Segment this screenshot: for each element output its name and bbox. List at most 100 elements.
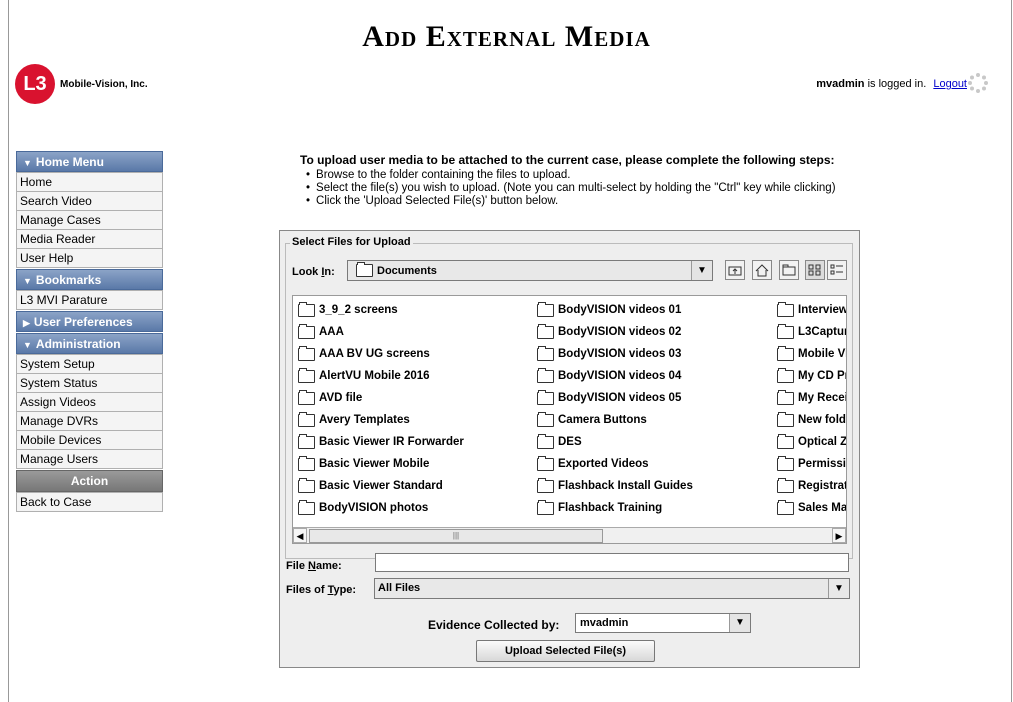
group-label: Select Files for Upload — [290, 236, 413, 248]
folder-icon — [298, 455, 315, 471]
folder-item[interactable]: Basic Viewer Mobile — [298, 453, 464, 475]
sidebar: ▼ Home Menu Home Search Video Manage Case… — [16, 150, 163, 512]
files-of-type-select[interactable]: All Files ▼ — [374, 578, 850, 599]
folder-item[interactable]: BodyVISION videos 05 — [537, 387, 693, 409]
folder-icon — [777, 433, 794, 449]
scrollbar-thumb[interactable]: ||| — [309, 529, 603, 543]
file-list: 3_9_2 screens AAA AAA BV UG screens Aler… — [292, 295, 847, 544]
action-list: Back to Case — [16, 492, 163, 512]
folder-icon — [298, 301, 315, 317]
folder-icon — [537, 455, 554, 471]
folder-icon — [298, 323, 315, 339]
home-menu-list: Home Search Video Manage Cases Media Rea… — [16, 172, 163, 268]
home-button[interactable] — [752, 260, 772, 280]
file-name-label: File Name: — [286, 560, 342, 572]
folder-item[interactable]: AAA — [298, 321, 464, 343]
folder-icon — [537, 499, 554, 515]
folder-item[interactable]: Permissio — [777, 453, 846, 475]
horizontal-scrollbar[interactable]: ◀ ||| ▶ — [293, 527, 846, 543]
sidebar-item-system-status[interactable]: System Status — [16, 374, 163, 393]
folder-icon — [537, 389, 554, 405]
folder-item[interactable]: DES — [537, 431, 693, 453]
folder-up-icon — [728, 266, 742, 276]
file-column-2: BodyVISION videos 01 BodyVISION videos 0… — [537, 299, 693, 519]
sidebar-item-user-help[interactable]: User Help — [16, 249, 163, 268]
folder-item[interactable]: Sales Map — [777, 497, 846, 519]
folder-item[interactable]: Mobile Vis — [777, 343, 846, 365]
chevron-down-icon[interactable]: ▼ — [729, 614, 750, 632]
bookmarks-header[interactable]: ▼ Bookmarks — [16, 269, 163, 290]
folder-icon — [537, 345, 554, 361]
sidebar-item-manage-users[interactable]: Manage Users — [16, 450, 163, 469]
details-view-button[interactable] — [827, 260, 847, 280]
details-view-icon — [830, 264, 843, 275]
sidebar-item-manage-dvrs[interactable]: Manage DVRs — [16, 412, 163, 431]
sidebar-item-search-video[interactable]: Search Video — [16, 192, 163, 211]
folder-item[interactable]: BodyVISION videos 02 — [537, 321, 693, 343]
folder-item[interactable]: L3Capture — [777, 321, 846, 343]
look-in-value: Documents — [377, 264, 437, 277]
sidebar-item-mobile-devices[interactable]: Mobile Devices — [16, 431, 163, 450]
evidence-collected-select[interactable]: mvadmin ▼ — [575, 613, 751, 633]
folder-item[interactable]: 3_9_2 screens — [298, 299, 464, 321]
sidebar-item-system-setup[interactable]: System Setup — [16, 354, 163, 374]
triangle-right-icon: ▶ — [23, 318, 30, 328]
list-view-button[interactable] — [805, 260, 825, 280]
sidebar-item-home[interactable]: Home — [16, 172, 163, 192]
page-title: Add External Media — [362, 20, 651, 53]
folder-item[interactable]: Avery Templates — [298, 409, 464, 431]
folder-icon — [298, 367, 315, 383]
folder-item[interactable]: AlertVU Mobile 2016 — [298, 365, 464, 387]
triangle-down-icon: ▼ — [23, 276, 32, 286]
folder-item[interactable]: AAA BV UG screens — [298, 343, 464, 365]
folder-icon — [298, 477, 315, 493]
chevron-down-icon[interactable]: ▼ — [828, 579, 849, 598]
up-one-level-button[interactable] — [725, 260, 745, 280]
username: mvadmin — [816, 78, 865, 90]
instruction-step: Click the 'Upload Selected File(s)' butt… — [306, 195, 836, 208]
sidebar-item-manage-cases[interactable]: Manage Cases — [16, 211, 163, 230]
folder-item[interactable]: Registrati — [777, 475, 846, 497]
folder-item[interactable]: Camera Buttons — [537, 409, 693, 431]
folder-icon — [537, 323, 554, 339]
administration-header[interactable]: ▼ Administration — [16, 333, 163, 354]
folder-icon — [298, 411, 315, 427]
list-view-icon — [808, 264, 821, 276]
folder-item[interactable]: Basic Viewer Standard — [298, 475, 464, 497]
folder-item[interactable]: New folde — [777, 409, 846, 431]
folder-item[interactable]: My CD Pro — [777, 365, 846, 387]
instructions-steps: Browse to the folder containing the file… — [300, 169, 836, 208]
folder-icon — [777, 499, 794, 515]
scroll-right-icon[interactable]: ▶ — [832, 528, 846, 543]
folder-item[interactable]: BodyVISION videos 01 — [537, 299, 693, 321]
scroll-left-icon[interactable]: ◀ — [293, 528, 307, 543]
logout-link[interactable]: Logout — [933, 78, 967, 90]
look-in-select[interactable]: Documents ▼ — [347, 260, 713, 281]
sidebar-item-assign-videos[interactable]: Assign Videos — [16, 393, 163, 412]
sidebar-item-media-reader[interactable]: Media Reader — [16, 230, 163, 249]
folder-item[interactable]: Flashback Training — [537, 497, 693, 519]
user-preferences-header[interactable]: ▶ User Preferences — [16, 311, 163, 332]
folder-item[interactable]: Exported Videos — [537, 453, 693, 475]
new-folder-button[interactable] — [779, 260, 799, 280]
folder-icon — [537, 301, 554, 317]
sidebar-item-back-to-case[interactable]: Back to Case — [16, 492, 163, 512]
folder-item[interactable]: My Receiv — [777, 387, 846, 409]
chevron-down-icon[interactable]: ▼ — [691, 261, 712, 280]
upload-selected-files-button[interactable]: Upload Selected File(s) — [476, 640, 655, 662]
folder-item[interactable]: Optical Zo — [777, 431, 846, 453]
home-menu-header[interactable]: ▼ Home Menu — [16, 151, 163, 172]
folder-item[interactable]: BodyVISION photos — [298, 497, 464, 519]
folder-item[interactable]: AVD file — [298, 387, 464, 409]
folder-item[interactable]: BodyVISION videos 03 — [537, 343, 693, 365]
administration-list: System Setup System Status Assign Videos… — [16, 354, 163, 469]
file-name-field[interactable] — [375, 553, 849, 572]
folder-item[interactable]: Interview — [777, 299, 846, 321]
sidebar-item-l3-mvi-parature[interactable]: L3 MVI Parature — [16, 290, 163, 310]
folder-item[interactable]: Flashback Install Guides — [537, 475, 693, 497]
loading-spinner-icon — [968, 73, 988, 93]
logo-mark: L3 — [15, 64, 55, 104]
logged-in-text: is logged in. — [867, 78, 927, 90]
folder-item[interactable]: Basic Viewer IR Forwarder — [298, 431, 464, 453]
folder-item[interactable]: BodyVISION videos 04 — [537, 365, 693, 387]
